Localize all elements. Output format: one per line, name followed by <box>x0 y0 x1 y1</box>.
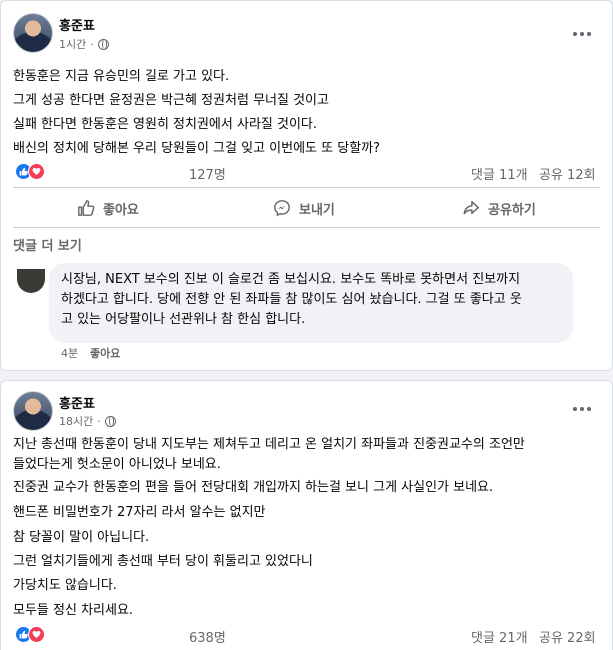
globe-icon <box>97 38 109 50</box>
comment-like-button[interactable]: 좋아요 <box>90 345 120 361</box>
more-options-icon[interactable] <box>568 26 596 42</box>
love-reaction-icon <box>28 163 45 180</box>
more-comments-link[interactable]: 댓글 더 보기 <box>13 235 82 254</box>
post-text-line: 실패 한다면 한동훈은 영원히 정치권에서 사라질 것이다. <box>13 117 318 132</box>
commenter-avatar[interactable] <box>17 269 45 293</box>
post-text-line: 한동훈은 지금 유승민의 길로 가고 있다. <box>13 69 230 84</box>
post-timestamp[interactable]: 1시간 · <box>59 36 109 52</box>
post-time[interactable]: 1시간 <box>59 36 86 52</box>
more-options-icon[interactable] <box>568 401 596 417</box>
share-label: 공유하기 <box>488 202 536 218</box>
messenger-icon <box>274 200 290 217</box>
send-label: 보내기 <box>299 202 335 218</box>
post-text-line: 진중권 교수가 한동훈의 편을 들어 전당대회 개입까지 하는걸 보니 그게 사… <box>13 480 494 495</box>
comments-count[interactable]: 댓글 21개 <box>471 627 528 646</box>
comment-text-line: 고 있는 어당팔이나 선관위나 참 한심 합니다. <box>61 312 306 327</box>
share-button[interactable]: 공유하기 <box>462 190 536 226</box>
thumbs-up-icon <box>78 200 95 216</box>
reactions-count[interactable]: 127명 <box>189 164 226 183</box>
divider <box>13 187 600 188</box>
comment-bubble: 시장님, NEXT 보수의 진보 이 슬로건 좀 보십시요. 보수도 똑바로 못… <box>49 263 573 343</box>
shares-count[interactable]: 공유 12회 <box>539 164 596 183</box>
comments-count[interactable]: 댓글 11개 <box>471 164 528 183</box>
reactions-summary[interactable] <box>15 163 45 180</box>
comment-text-line: 하겠다고 합니다. 당에 전향 안 된 좌파들 참 많이도 심어 놨습니다. 그… <box>61 292 522 307</box>
share-arrow-icon <box>463 200 479 215</box>
post-text-line: 가당치도 않습니다. <box>13 578 117 593</box>
love-reaction-icon <box>28 626 45 643</box>
post-card-1: 홍준표 1시간 · 한동훈은 지금 유승민의 길로 가고 있다. 그게 성공 한… <box>0 0 613 371</box>
post-text-line: 참 당꼴이 말이 아닙니다. <box>13 530 150 545</box>
shares-count[interactable]: 공유 22회 <box>539 627 596 646</box>
like-button[interactable]: 좋아요 <box>77 190 139 226</box>
author-avatar[interactable] <box>13 13 53 53</box>
globe-icon <box>104 415 116 427</box>
like-label: 좋아요 <box>103 202 139 218</box>
reactions-summary[interactable] <box>15 626 45 643</box>
send-button[interactable]: 보내기 <box>273 190 335 226</box>
post-text-line: 들었다는게 헛소문이 아니었나 보네요. <box>13 457 221 472</box>
post-card-2: 홍준표 18시간 · 지난 총선때 한동훈이 당내 지도부는 제쳐두고 데리고 … <box>0 380 613 650</box>
author-name[interactable]: 홍준표 <box>59 15 95 34</box>
author-name[interactable]: 홍준표 <box>59 393 95 412</box>
post-text-line: 그게 성공 한다면 윤정권은 박근혜 정권처럼 무너질 것이고 <box>13 93 329 108</box>
author-avatar[interactable] <box>13 391 53 431</box>
comment-text-line: 시장님, NEXT 보수의 진보 이 슬로건 좀 보십시요. 보수도 똑바로 못… <box>61 272 521 287</box>
post-time[interactable]: 18시간 <box>59 413 93 429</box>
separator-dot: · <box>90 37 94 51</box>
post-timestamp[interactable]: 18시간 · <box>59 413 116 429</box>
comment-time[interactable]: 4분 <box>61 345 78 361</box>
separator-dot: · <box>97 414 101 428</box>
post-text-line: 핸드폰 비밀번호가 27자리 라서 알수는 없지만 <box>13 505 266 520</box>
reactions-count[interactable]: 638명 <box>189 627 226 646</box>
post-text-line: 지난 총선때 한동훈이 당내 지도부는 제쳐두고 데리고 온 얼치기 좌파들과 … <box>13 437 525 452</box>
post-text-line: 배신의 정치에 당해본 우리 당원들이 그걸 잊고 이번에도 또 당할까? <box>13 141 381 156</box>
post-text-line: 그런 얼치기들에게 총선때 부터 당이 휘둘리고 있었다니 <box>13 554 313 569</box>
divider <box>13 227 600 228</box>
post-text-line: 모두들 정신 차리세요. <box>13 603 134 618</box>
